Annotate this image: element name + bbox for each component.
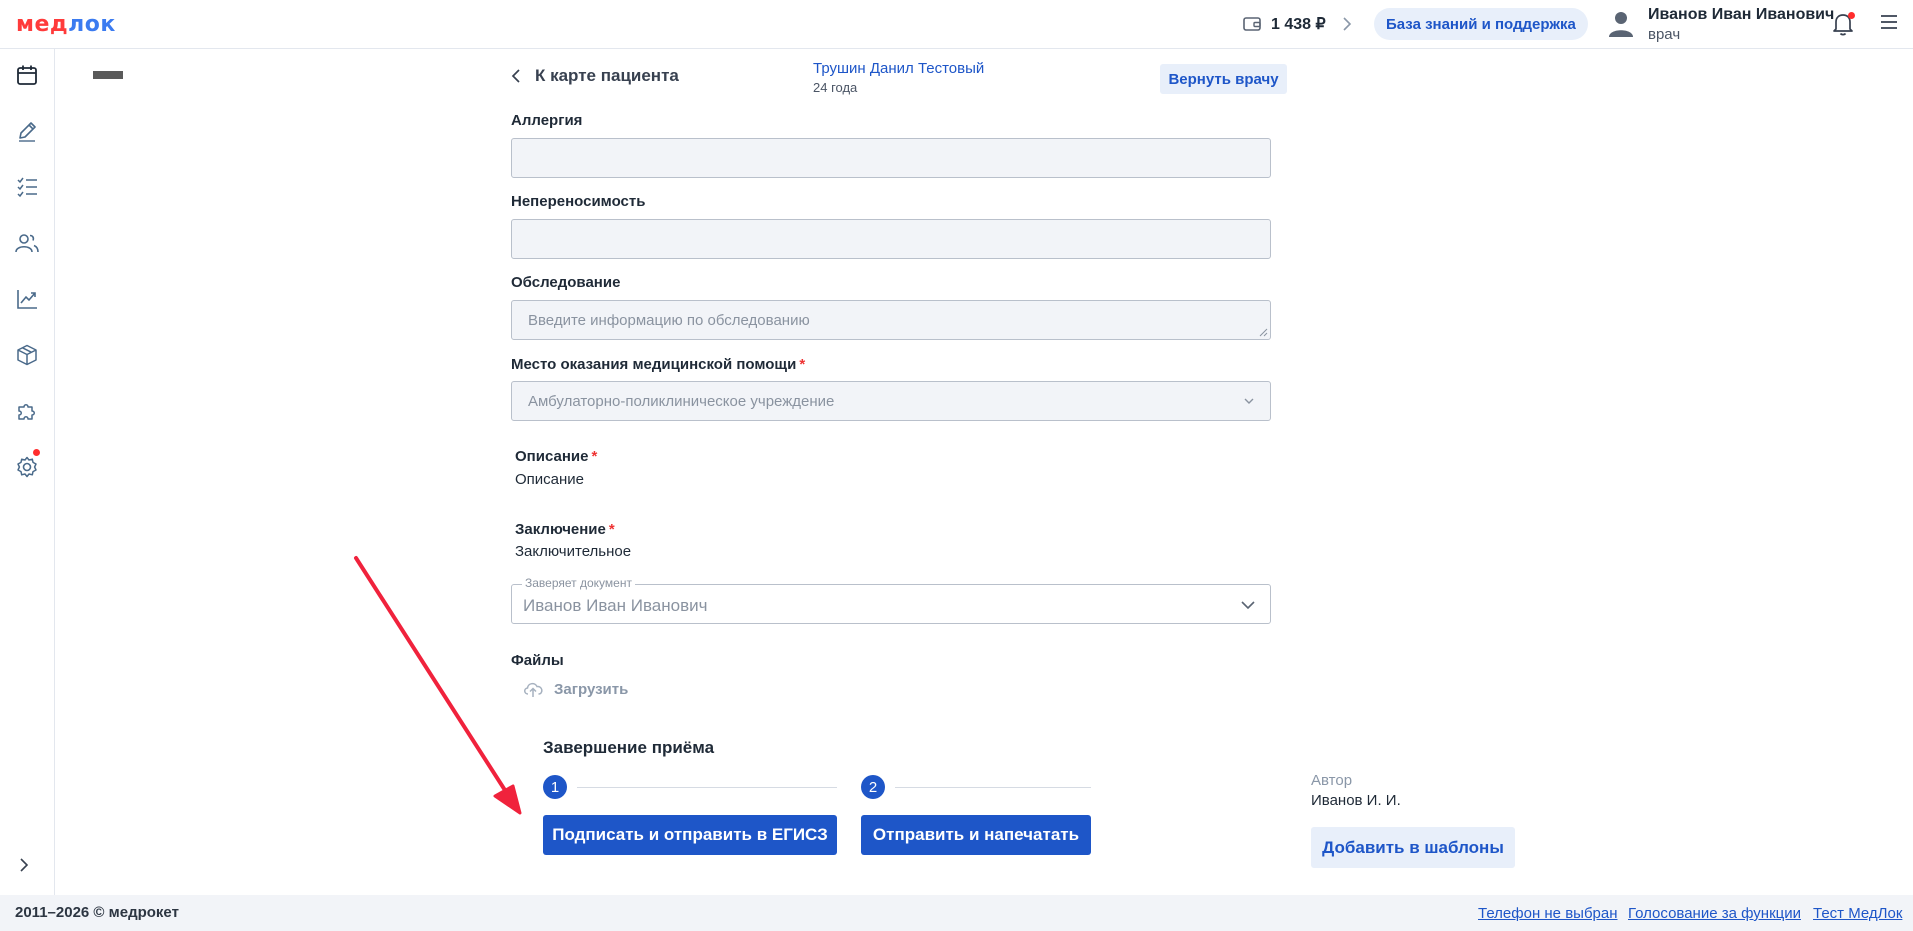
send-and-print-button[interactable]: Отправить и напечатать [861,815,1091,855]
vote-link[interactable]: Голосование за функции [1628,905,1801,922]
copyright: 2011–2026 © медрокет [15,904,179,921]
place-label: Место оказания медицинской помощи * [511,356,805,373]
conclusion-label-text: Заключение [515,521,606,538]
place-select[interactable]: Амбулаторно-поликлиническое учреждение [511,381,1271,421]
wallet-icon [1243,17,1261,31]
finish-title: Завершение приёма [543,738,715,757]
required-mark: * [591,448,598,465]
test-link[interactable]: Тест МедЛок [1813,905,1902,922]
exam-label: Обследование [511,274,621,291]
signer-value: Иванов Иван Иванович [523,596,708,615]
allergy-label: Аллергия [511,112,583,129]
box-icon[interactable] [14,342,40,368]
knowledge-base-button[interactable]: База знаний и поддержка [1374,8,1588,40]
intolerance-field[interactable] [511,219,1271,259]
patient-age: 24 года [813,80,858,95]
conclusion-label: Заключение * [515,521,615,538]
description-value: Описание [515,471,585,488]
signer-select[interactable]: Заверяет документ Иванов Иван Иванович [511,576,1271,624]
back-link-label: К карте пациента [535,66,679,85]
exam-textarea[interactable]: Введите информацию по обследованию [511,300,1271,340]
sign-and-send-button[interactable]: Подписать и отправить в ЕГИСЗ [543,815,837,855]
puzzle-icon[interactable] [14,398,40,424]
chevron-right-icon[interactable] [18,857,30,873]
logo-part1: мед [16,12,69,37]
phone-link[interactable]: Телефон не выбран [1478,905,1618,922]
footer: 2011–2026 © медрокет Телефон не выбран Г… [0,895,1913,931]
back-to-patient-link[interactable]: К карте пациента [511,66,679,86]
upload-label: Загрузить [554,680,629,698]
menu-icon[interactable] [1880,14,1898,30]
chart-icon[interactable] [14,286,40,312]
author-label: Автор [1311,772,1353,789]
notification-dot [1848,12,1855,19]
step-1-badge: 1 [543,775,567,799]
cloud-upload-icon [524,682,543,697]
allergy-field[interactable] [511,138,1271,178]
resize-handle-icon[interactable] [1258,327,1268,337]
mini-thumbnail [93,71,123,79]
step-1-line [577,787,837,788]
chevron-right-icon [1343,17,1351,31]
calendar-icon[interactable] [14,62,40,88]
chevron-left-icon [511,69,520,83]
add-to-templates-button[interactable]: Добавить в шаблоны [1311,827,1515,868]
intolerance-label: Непереносимость [511,193,646,210]
pen-icon[interactable] [14,118,40,144]
files-label: Файлы [511,652,564,669]
required-mark: * [608,521,615,538]
sidebar [0,49,55,895]
description-label: Описание * [515,448,597,465]
upload-button[interactable]: Загрузить [522,680,628,698]
signer-legend: Заверяет документ [522,576,635,590]
return-to-doctor-button[interactable]: Вернуть врачу [1160,64,1287,94]
user-role: врач [1648,26,1681,43]
settings-icon[interactable] [14,454,40,480]
users-icon[interactable] [14,230,40,256]
patient-name-link[interactable]: Трушин Данил Тестовый [813,60,984,77]
step-2-badge: 2 [861,775,885,799]
user-avatar-icon[interactable] [1608,10,1634,38]
place-label-text: Место оказания медицинской помощи [511,356,797,373]
app-logo[interactable]: медлок [16,12,116,37]
user-name[interactable]: Иванов Иван Иванович [1648,6,1834,24]
description-label-text: Описание [515,448,589,465]
balance-amount: 1 438 ₽ [1271,16,1326,33]
logo-part2: лок [68,12,116,37]
chevron-down-icon [1241,601,1255,610]
exam-placeholder: Введите информацию по обследованию [528,311,810,329]
balance-widget[interactable]: 1 438 ₽ [1243,14,1352,34]
top-bar: медлок 1 438 ₽ База знаний и поддержка И… [0,0,1913,49]
place-value: Амбулаторно-поликлиническое учреждение [528,392,835,410]
conclusion-value: Заключительное [515,543,632,560]
checklist-icon[interactable] [14,174,40,200]
step-2-line [895,787,1091,788]
author-value: Иванов И. И. [1311,792,1401,809]
chevron-down-icon [1244,398,1254,404]
required-mark: * [799,356,806,373]
